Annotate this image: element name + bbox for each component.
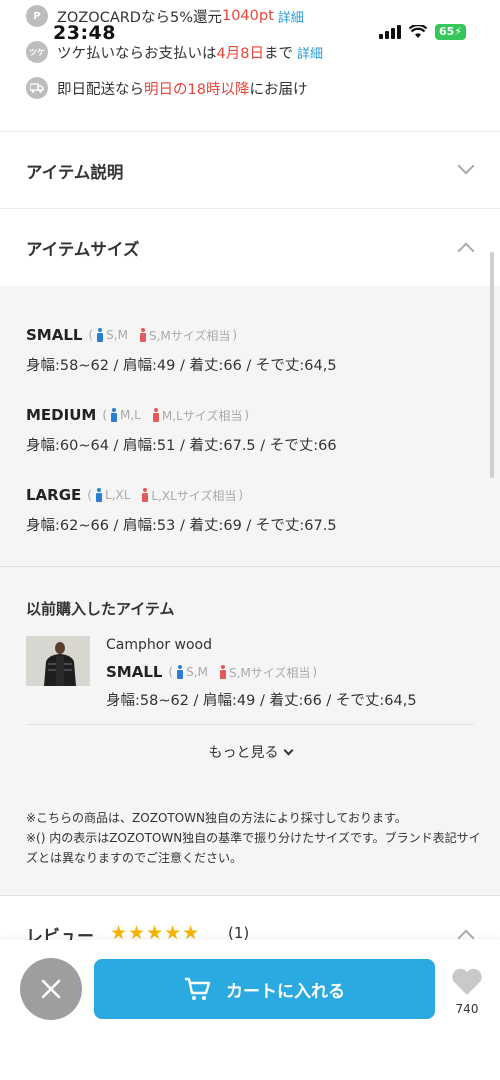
delivery-row: 即日配送なら 明日の18時以降 にお届け [26,72,486,104]
heart-icon [452,968,482,995]
size-measurements: 身幅:58~62 / 肩幅:49 / 着丈:66 / そで丈:64,5 [106,693,417,709]
size-name: SMALL [106,663,163,681]
divider [26,724,474,725]
women-size-label: L,XLサイズ相当 [151,488,237,503]
close-button[interactable] [20,958,82,1020]
review-accordion[interactable]: レビュー ★★★★★ (1) [0,895,500,940]
show-more-label: もっと見る [208,745,279,761]
men-size: S,M [177,665,208,679]
tsuke-date: 4月8日 [216,45,264,62]
cart-icon [185,977,211,1000]
men-size-label: S,M [106,328,128,342]
star-rating-icon: ★★★★★ [110,922,201,940]
truck-icon [26,77,48,99]
size-name: LARGE [26,486,82,504]
item-size-accordion[interactable]: アイテムサイズ [0,208,500,286]
note-line: ※() 内の表示はZOZOTOWN独自の基準で振り分けたサイズです。ブランド表記… [26,831,481,865]
review-title: レビュー [26,927,94,940]
women-size: S,Mサイズ相当 [139,327,231,344]
favorite-count: 740 [455,1002,479,1016]
point-icon: P [26,5,48,27]
women-size: S,Mサイズ相当 [219,664,311,681]
man-icon [177,665,184,679]
previous-purchase-title: 以前購入したアイテム [26,600,175,618]
man-icon [111,408,117,422]
women-size: L,XLサイズ相当 [142,487,236,504]
men-size: S,M [97,328,128,342]
delivery-text-2: にお届け [249,81,308,98]
size-name: MEDIUM [26,406,97,424]
chevron-up-icon [457,242,475,260]
add-to-cart-button[interactable]: カートに入れる [94,959,435,1019]
previous-item-info[interactable]: Camphor wood SMALL ( S,M S,Mサイズ相当 ) 身幅:5… [106,637,486,710]
chevron-down-icon [283,745,293,756]
purchase-info: P ZOZOCARDなら5%還元 1040pt 詳細 ツケ ツケ払いならお支払い… [26,0,486,104]
tsuke-icon: ツケ [26,41,48,63]
women-size: M,Lサイズ相当 [152,407,243,424]
tsuke-detail-link[interactable]: 詳細 [297,43,323,62]
size-measurements: 身幅:58~62 / 肩幅:49 / 着丈:66 / そで丈:64,5 [26,358,337,374]
women-size-label: S,Mサイズ相当 [148,328,231,343]
tsuke-text-1: ツケ払いならお支払いは [57,45,217,62]
delivery-text-1: 即日配送なら [57,81,144,98]
zozocard-detail-link[interactable]: 詳細 [278,7,304,26]
scrollbar[interactable] [490,252,494,478]
review-count: (1) [228,924,250,940]
bottom-action-bar: カートに入れる 740 [0,940,500,1080]
size-large: LARGE ( L,XL L,XLサイズ相当 ) 身幅:62~66 / 肩幅:5… [26,484,476,535]
zozocard-points: 1040pt [221,8,274,24]
woman-icon [219,665,226,679]
add-to-cart-label: カートに入れる [226,981,345,1002]
women-size-label: S,Mサイズ相当 [228,665,311,680]
tsuke-row: ツケ ツケ払いならお支払いは 4月8日 まで 詳細 [26,36,486,68]
size-small: SMALL ( S,M S,Mサイズ相当 ) 身幅:58~62 / 肩幅:49 … [26,324,476,375]
zozocard-text: ZOZOCARDなら5%還元 [57,9,222,26]
men-size-label: M,L [120,408,141,422]
size-notes: ※こちらの商品は、ZOZOTOWN独自の方法により採寸しております。 ※() 内… [26,808,482,868]
woman-icon [139,328,146,342]
item-description-title: アイテム説明 [26,162,124,182]
man-icon [97,328,104,342]
previous-item-thumbnail[interactable] [26,636,90,686]
divider [0,566,500,567]
size-medium: MEDIUM ( M,L M,Lサイズ相当 ) 身幅:60~64 / 肩幅:51… [26,404,476,455]
women-size-label: M,Lサイズ相当 [161,408,243,423]
zozocard-row: P ZOZOCARDなら5%還元 1040pt 詳細 [26,0,486,32]
man-icon [95,488,102,502]
chevron-up-icon [457,929,475,940]
size-measurements: 身幅:60~64 / 肩幅:51 / 着丈:67.5 / そで丈:66 [26,438,337,454]
woman-icon [152,408,159,422]
note-line: ※こちらの商品は、ZOZOTOWN独自の方法により採寸しております。 [26,811,407,825]
close-icon [41,979,61,999]
men-size-label: L,XL [104,488,131,502]
item-size-title: アイテムサイズ [26,239,140,259]
men-size: L,XL [95,488,131,502]
previous-item-brand: Camphor wood [106,637,212,653]
item-description-accordion[interactable]: アイテム説明 [0,131,500,209]
show-more-button[interactable]: もっと見る [0,742,500,762]
delivery-time: 明日の18時以降 [144,81,250,98]
chevron-down-icon [457,157,475,175]
favorite-button[interactable]: 740 [446,968,488,1016]
men-size: M,L [111,408,141,422]
tsuke-text-2: まで [263,45,293,62]
size-name: SMALL [26,326,83,344]
woman-icon [142,488,149,502]
size-measurements: 身幅:62~66 / 肩幅:53 / 着丈:69 / そで丈:67.5 [26,518,337,534]
men-size-label: S,M [186,665,208,679]
